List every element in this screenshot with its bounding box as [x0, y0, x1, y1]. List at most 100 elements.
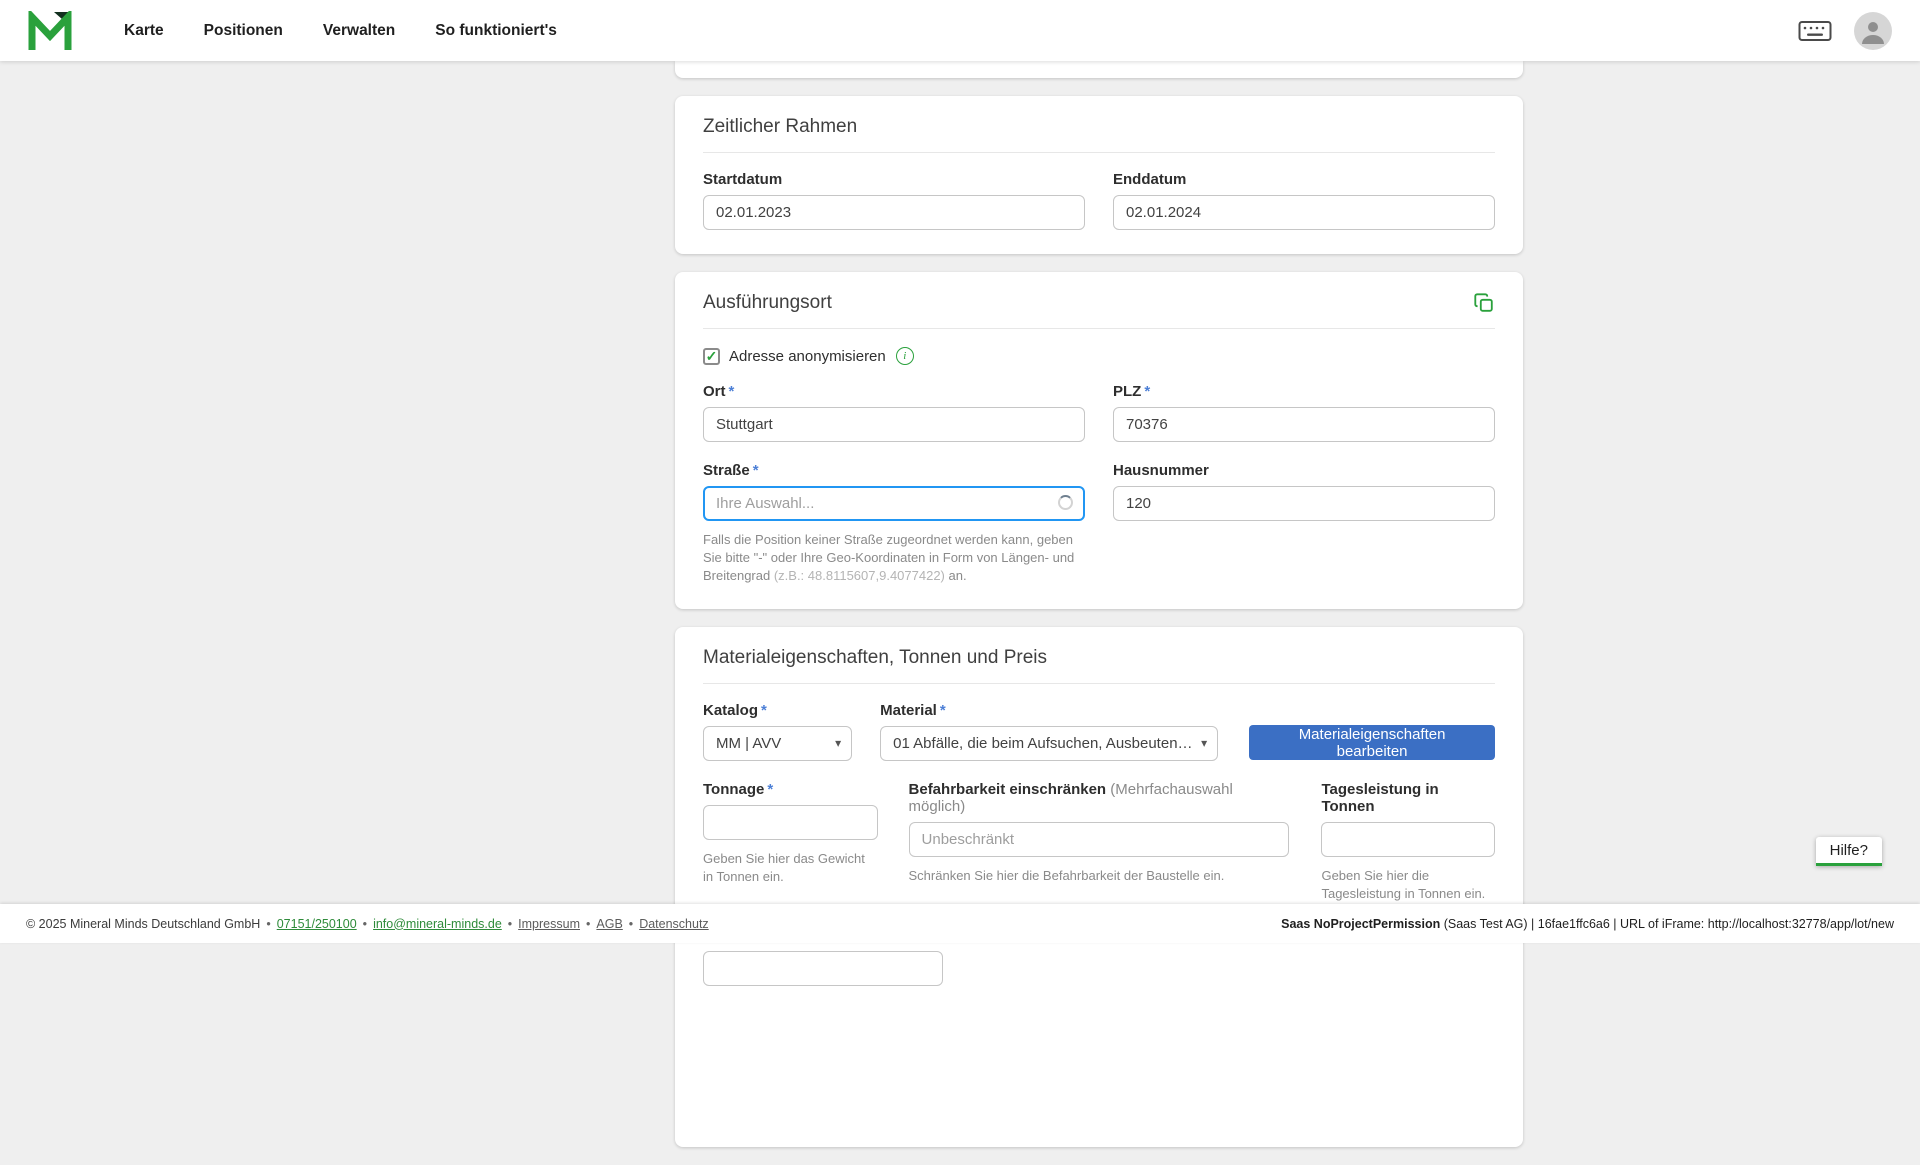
enddatum-input[interactable] [1113, 195, 1495, 230]
tonnage-helper-text: Geben Sie hier das Gewicht in Tonnen ein… [703, 850, 878, 886]
startdatum-label: Startdatum [703, 171, 1085, 188]
tonnage-input[interactable] [703, 805, 878, 840]
nav-item-positionen[interactable]: Positionen [204, 22, 283, 40]
materialeigenschaften-bearbeiten-button[interactable]: Materialeigenschaften bearbeiten [1249, 725, 1495, 760]
nav-item-so-funktionierts[interactable]: So funktioniert's [435, 22, 557, 40]
footer-phone-link[interactable]: 07151/250100 [277, 917, 357, 931]
keyboard-icon[interactable] [1798, 19, 1832, 43]
field-plz: PLZ* [1113, 383, 1495, 442]
katalog-selected-value: MM | AVV [716, 735, 829, 752]
befahrbarkeit-input[interactable] [909, 822, 1290, 857]
mineral-minds-logo[interactable] [28, 11, 72, 51]
required-mark: * [767, 781, 773, 798]
befahrbarkeit-label: Befahrbarkeit einschränken (Mehrfachausw… [909, 781, 1290, 815]
footer-separator: • [586, 917, 590, 931]
footer-impressum-link[interactable]: Impressum [518, 917, 580, 931]
preis-input[interactable] [703, 951, 943, 986]
nav-item-verwalten[interactable]: Verwalten [323, 22, 395, 40]
nav-item-karte[interactable]: Karte [124, 22, 164, 40]
nav-links: Karte Positionen Verwalten So funktionie… [124, 22, 557, 40]
strasse-label-text: Straße [703, 462, 750, 479]
footer-separator: • [266, 917, 270, 931]
info-icon[interactable]: i [896, 347, 914, 365]
startdatum-input[interactable] [703, 195, 1085, 230]
hausnummer-label: Hausnummer [1113, 462, 1495, 479]
checkmark-icon: ✓ [706, 349, 718, 363]
strasse-helper-suffix: an. [945, 568, 967, 583]
befahrbarkeit-label-text: Befahrbarkeit einschränken [909, 781, 1107, 798]
footer-copyright: © 2025 Mineral Minds Deutschland GmbH [26, 917, 260, 931]
card-zeitlicher-rahmen: Zeitlicher Rahmen Startdatum Enddatum [675, 96, 1523, 254]
field-hausnummer: Hausnummer [1113, 462, 1495, 585]
footer-separator: • [629, 917, 633, 931]
tonnage-label-text: Tonnage [703, 781, 764, 798]
anonymize-checkbox[interactable]: ✓ [703, 348, 720, 365]
field-ort: Ort* [703, 383, 1085, 442]
nav-right-icons [1798, 12, 1892, 50]
card-title-zeitlicher-rahmen: Zeitlicher Rahmen [703, 116, 857, 138]
material-label: Material* [880, 702, 1218, 719]
ort-label-text: Ort [703, 383, 726, 400]
footer-debug-info: Saas NoProjectPermission (Saas Test AG) … [1281, 917, 1894, 931]
card-materialeigenschaften: Materialeigenschaften, Tonnen und Preis … [675, 627, 1523, 1147]
copy-icon[interactable] [1473, 292, 1495, 314]
anonymize-row: ✓ Adresse anonymisieren i [703, 347, 1495, 365]
loading-spinner-icon [1058, 495, 1073, 510]
footer-separator: • [363, 917, 367, 931]
plz-label: PLZ* [1113, 383, 1495, 400]
help-button[interactable]: Hilfe? [1816, 837, 1882, 866]
user-avatar[interactable] [1854, 12, 1892, 50]
field-edit-button: Materialeigenschaften bearbeiten [1249, 725, 1495, 761]
footer-saas-name: Saas NoProjectPermission [1281, 917, 1440, 931]
field-tonnage: Tonnage* Geben Sie hier das Gewicht in T… [703, 781, 878, 903]
tagesleistung-helper-text: Geben Sie hier die Tagesleistung in Tonn… [1321, 867, 1495, 903]
previous-card-bottom [675, 61, 1523, 78]
field-startdatum: Startdatum [703, 171, 1085, 230]
required-mark: * [753, 462, 759, 479]
strasse-label: Straße* [703, 462, 1085, 479]
chevron-down-icon: ▾ [1201, 736, 1207, 750]
footer-separator: • [508, 917, 512, 931]
footer-left: © 2025 Mineral Minds Deutschland GmbH • … [26, 917, 709, 931]
strasse-helper-text: Falls die Position keiner Straße zugeord… [703, 531, 1085, 585]
card-title-materialeigenschaften: Materialeigenschaften, Tonnen und Preis [703, 647, 1047, 669]
strasse-input[interactable] [703, 486, 1085, 521]
card-title-ausfuehrungsort: Ausführungsort [703, 292, 832, 314]
field-befahrbarkeit: Befahrbarkeit einschränken (Mehrfachausw… [909, 781, 1290, 903]
top-navbar: Karte Positionen Verwalten So funktionie… [0, 0, 1920, 61]
logo-m-shape [32, 17, 68, 50]
footer-saas-rest: (Saas Test AG) | 16fae1ffc6a6 | URL of i… [1440, 917, 1894, 931]
footer-email-link[interactable]: info@mineral-minds.de [373, 917, 502, 931]
enddatum-label: Enddatum [1113, 171, 1495, 188]
footer-agb-link[interactable]: AGB [596, 917, 622, 931]
tonnage-label: Tonnage* [703, 781, 878, 798]
field-katalog: Katalog* MM | AVV ▾ [703, 702, 852, 761]
katalog-select[interactable]: MM | AVV ▾ [703, 726, 852, 761]
strasse-helper-example: (z.B.: 48.8115607,9.4077422) [774, 568, 945, 583]
person-icon [1860, 18, 1886, 44]
material-select[interactable]: 01 Abfälle, die beim Aufsuchen, Ausbeute… [880, 726, 1218, 761]
katalog-label-text: Katalog [703, 702, 758, 719]
required-mark: * [761, 702, 767, 719]
required-mark: * [940, 702, 946, 719]
required-mark: * [1144, 383, 1150, 400]
material-label-text: Material [880, 702, 937, 719]
befahrbarkeit-helper-text: Schränken Sie hier die Befahrbarkeit der… [909, 867, 1290, 885]
plz-input[interactable] [1113, 407, 1495, 442]
plz-label-text: PLZ [1113, 383, 1141, 400]
hausnummer-input[interactable] [1113, 486, 1495, 521]
ort-label: Ort* [703, 383, 1085, 400]
tagesleistung-input[interactable] [1321, 822, 1495, 857]
card-ausfuehrungsort: Ausführungsort ✓ Adresse anonymisieren i… [675, 272, 1523, 609]
field-strasse: Straße* Falls die Position keiner Straße… [703, 462, 1085, 585]
required-mark: * [729, 383, 735, 400]
info-glyph: i [903, 350, 906, 362]
field-tagesleistung: Tagesleistung in Tonnen Geben Sie hier d… [1321, 781, 1495, 903]
katalog-label: Katalog* [703, 702, 852, 719]
page-footer: © 2025 Mineral Minds Deutschland GmbH • … [0, 904, 1920, 943]
tagesleistung-label: Tagesleistung in Tonnen [1321, 781, 1495, 815]
form-column: Zeitlicher Rahmen Startdatum Enddatum Au… [675, 61, 1523, 1165]
material-selected-value: 01 Abfälle, die beim Aufsuchen, Ausbeute… [893, 735, 1195, 752]
ort-input[interactable] [703, 407, 1085, 442]
footer-datenschutz-link[interactable]: Datenschutz [639, 917, 708, 931]
